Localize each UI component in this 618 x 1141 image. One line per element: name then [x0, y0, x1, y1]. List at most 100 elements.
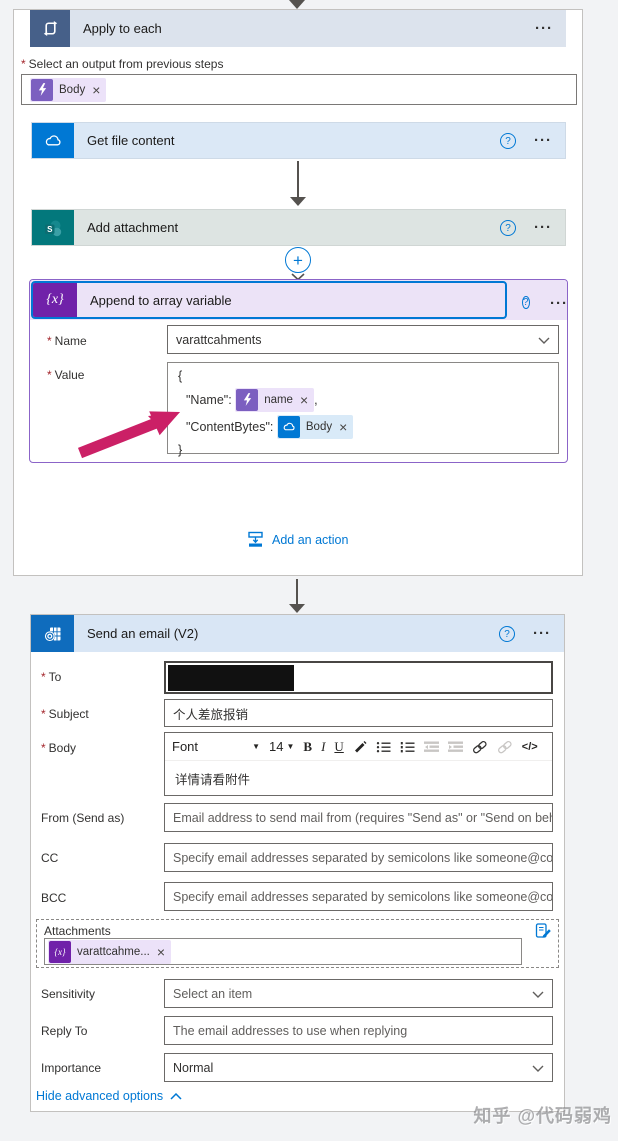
add-attachment-menu-button[interactable]: ··· — [534, 220, 552, 235]
to-input[interactable] — [164, 661, 553, 694]
variable-icon: {x} — [33, 283, 77, 317]
numbered-list-icon[interactable] — [400, 741, 415, 753]
importance-dropdown[interactable]: Normal — [164, 1053, 553, 1082]
unlink-icon[interactable] — [497, 740, 513, 754]
attachments-group: Attachments {x} varattcahme... × — [36, 919, 559, 968]
name-value: varattcahments — [176, 332, 262, 347]
italic-button[interactable]: I — [321, 739, 325, 755]
cc-input[interactable]: Specify email addresses separated by sem… — [164, 843, 553, 872]
get-file-content-card[interactable]: Get file content ? ··· — [31, 122, 566, 159]
subject-label: * Subject — [41, 707, 89, 721]
dynamic-content-icon — [236, 388, 259, 411]
output-token-pill[interactable]: Body × — [30, 77, 107, 102]
help-icon[interactable]: ? — [522, 292, 530, 311]
sensitivity-label: Sensitivity — [41, 987, 96, 1001]
append-menu-button[interactable]: ··· — [550, 295, 568, 313]
font-family-select[interactable]: Font ▼ — [172, 739, 260, 754]
add-attachment-card[interactable]: S Add attachment ? ··· — [31, 209, 566, 246]
bold-button[interactable]: B — [303, 739, 312, 755]
remove-token-icon[interactable]: × — [339, 420, 347, 434]
chevron-down-icon — [538, 333, 550, 347]
help-icon[interactable]: ? — [499, 625, 515, 642]
from-input[interactable]: Email address to send mail from (require… — [164, 803, 553, 832]
redacted-recipient — [168, 664, 294, 691]
json-comma: , — [314, 392, 318, 407]
bcc-input[interactable]: Specify email addresses separated by sem… — [164, 882, 553, 911]
bcc-label: BCC — [41, 891, 67, 905]
hide-advanced-label: Hide advanced options — [36, 1089, 164, 1103]
insert-step-button[interactable]: + — [285, 247, 311, 273]
subject-input[interactable]: 个人差旅报销 — [164, 699, 553, 727]
name-label: * Name — [47, 334, 87, 348]
add-attachment-title: Add attachment — [87, 220, 179, 235]
attachments-input[interactable]: {x} varattcahme... × — [44, 938, 522, 965]
send-email-title: Send an email (V2) — [87, 626, 199, 641]
chevron-up-icon — [170, 1092, 182, 1100]
cc-label: CC — [41, 851, 59, 865]
remove-token-icon[interactable]: × — [157, 945, 165, 959]
value-editor[interactable]: { "Name": name × , "ContentBytes": Body … — [167, 362, 559, 457]
add-an-action-button[interactable]: Add an action — [247, 531, 348, 548]
highlight-pen-icon[interactable] — [353, 740, 367, 754]
select-output-input[interactable]: Body × — [21, 74, 577, 105]
outdent-icon[interactable] — [423, 741, 439, 753]
select-output-label: * Select an output from previous steps — [21, 57, 224, 71]
dynamic-content-icon — [31, 78, 53, 101]
indent-icon[interactable] — [447, 741, 463, 753]
name-dropdown[interactable]: varattcahments — [167, 325, 559, 354]
sensitivity-dropdown[interactable]: Select an item — [164, 979, 553, 1008]
attachments-token-label: varattcahme... — [77, 945, 150, 958]
switch-to-array-icon[interactable] — [534, 922, 552, 940]
add-action-label: Add an action — [272, 532, 349, 547]
replyto-input[interactable]: The email addresses to use when replying — [164, 1016, 553, 1045]
sharepoint-icon: S — [32, 210, 74, 245]
apply-to-each-header[interactable]: Apply to each ··· — [30, 10, 566, 47]
apply-to-each-scope: Apply to each ··· * Select an output from… — [13, 9, 583, 576]
replyto-label: Reply To — [41, 1024, 88, 1038]
send-email-card: Send an email (V2) ? ··· * To * Subject 个人… — [30, 614, 565, 1112]
onedrive-icon — [277, 415, 300, 438]
code-view-button[interactable]: </> — [522, 741, 538, 753]
send-email-header[interactable]: Send an email (V2) ? ··· — [31, 615, 564, 652]
name-token-label: name — [264, 393, 293, 406]
output-token-label: Body — [59, 83, 86, 96]
subject-value: 个人差旅报销 — [173, 707, 249, 722]
connector-line — [297, 161, 299, 197]
font-size-select[interactable]: 14 ▼ — [269, 739, 294, 754]
body-token-pill[interactable]: Body × — [276, 414, 354, 439]
connector-arrow-icon — [289, 0, 305, 9]
apply-to-each-title: Apply to each — [83, 21, 162, 36]
send-email-menu-button[interactable]: ··· — [533, 626, 551, 641]
body-label: * Body — [41, 741, 77, 755]
help-icon[interactable]: ? — [500, 132, 516, 149]
cc-placeholder: Specify email addresses separated by sem… — [173, 850, 553, 865]
underline-button[interactable]: U — [334, 739, 343, 755]
link-icon[interactable] — [472, 740, 488, 754]
body-editor[interactable]: Font ▼ 14 ▼ B I U </> 详情请看附件 — [164, 732, 553, 796]
hide-advanced-options-link[interactable]: Hide advanced options — [36, 1089, 182, 1103]
chevron-down-icon — [532, 987, 544, 1001]
onedrive-icon — [32, 123, 74, 158]
remove-token-icon[interactable]: × — [300, 393, 308, 407]
replyto-placeholder: The email addresses to use when replying — [173, 1023, 408, 1038]
from-placeholder: Email address to send mail from (require… — [173, 810, 553, 825]
append-header-selected[interactable]: {x} Append to array variable — [31, 281, 507, 319]
remove-token-icon[interactable]: × — [92, 83, 100, 97]
attachments-label: Attachments — [44, 924, 111, 938]
name-token-pill[interactable]: name × — [235, 387, 315, 412]
body-token-label: Body — [305, 420, 333, 433]
get-file-menu-button[interactable]: ··· — [534, 133, 552, 148]
to-label: * To — [41, 670, 62, 684]
json-open-brace: { — [178, 369, 183, 383]
importance-value: Normal — [173, 1060, 214, 1075]
bullet-list-icon[interactable] — [376, 741, 391, 753]
svg-text:S: S — [47, 224, 53, 233]
help-icon[interactable]: ? — [500, 219, 516, 236]
connector-arrow-icon — [290, 197, 306, 206]
attachments-token-pill[interactable]: {x} varattcahme... × — [48, 939, 172, 964]
importance-label: Importance — [41, 1061, 102, 1075]
append-title: Append to array variable — [90, 292, 232, 308]
apply-to-each-menu-button[interactable]: ··· — [535, 21, 553, 36]
get-file-content-title: Get file content — [87, 133, 175, 148]
annotation-arrow — [77, 411, 180, 459]
